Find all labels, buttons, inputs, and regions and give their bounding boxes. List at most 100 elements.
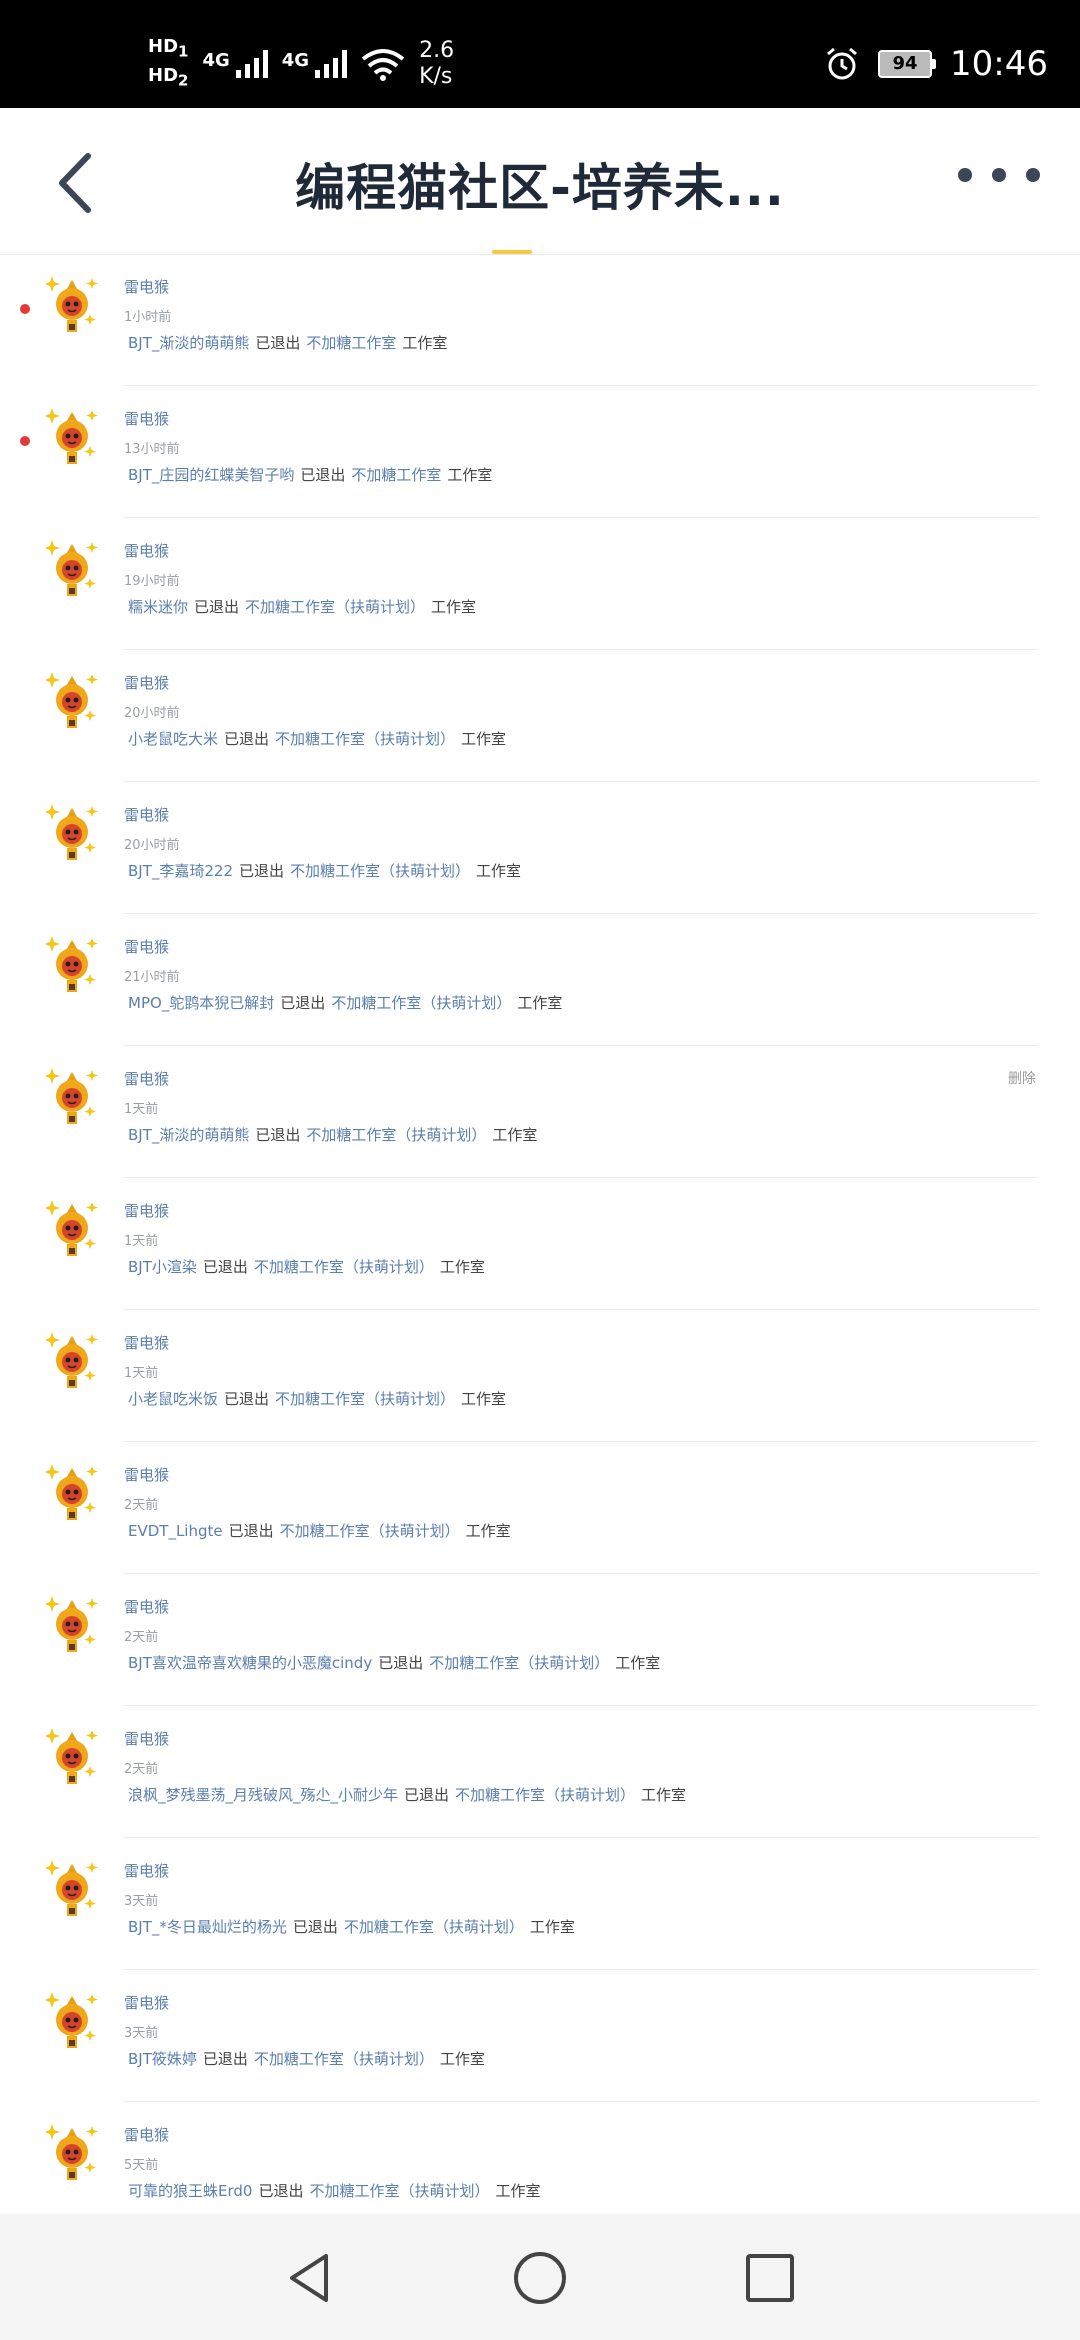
user-link[interactable]: BJT筱姝婷 — [128, 2050, 197, 2068]
avatar[interactable] — [44, 2122, 98, 2182]
sender-name[interactable]: 雷电猴 — [124, 1728, 169, 1749]
avatar[interactable] — [44, 538, 98, 598]
sender-name[interactable]: 雷电猴 — [124, 1464, 169, 1485]
list-item[interactable]: 雷电猴 21小时前 MPO_鸵鹍本猊已解封 已退出 不加糖工作室（扶萌计划） 工作室 — [0, 914, 1080, 1046]
timestamp: 1天前 — [124, 1366, 159, 1381]
list-item[interactable]: 雷电猴 1天前 小老鼠吃米饭 已退出 不加糖工作室（扶萌计划） 工作室 — [0, 1310, 1080, 1442]
avatar[interactable] — [44, 1330, 98, 1390]
suffix-text: 工作室 — [476, 862, 522, 880]
list-item[interactable]: 雷电猴 2天前 BJT喜欢温帝喜欢糖果的小恶魔cindy 已退出 不加糖工作室（扶萌计划… — [0, 1574, 1080, 1706]
suffix-text: 工作室 — [615, 1654, 661, 1672]
action-text: 已退出 — [224, 730, 270, 748]
timestamp: 2天前 — [124, 1762, 159, 1777]
list-item[interactable]: 雷电猴 20小时前 BJT_李嘉琦222 已退出 不加糖工作室（扶萌计划） 工作室 — [0, 782, 1080, 914]
studio-link[interactable]: 不加糖工作室（扶萌计划） — [254, 2050, 434, 2068]
delete-button[interactable]: 删除 — [1008, 1068, 1036, 1088]
user-link[interactable]: 糯米迷你 — [128, 598, 188, 616]
sender-name[interactable]: 雷电猴 — [124, 276, 169, 297]
studio-link[interactable]: 不加糖工作室（扶萌计划） — [455, 1786, 635, 1804]
suffix-text: 工作室 — [465, 1522, 511, 1540]
studio-link[interactable]: 不加糖工作室 — [306, 334, 396, 352]
sender-name[interactable]: 雷电猴 — [124, 1992, 169, 2013]
avatar[interactable] — [44, 1594, 98, 1654]
avatar[interactable] — [44, 274, 98, 334]
sender-name[interactable]: 雷电猴 — [124, 1068, 169, 1089]
sender-name[interactable]: 雷电猴 — [124, 804, 169, 825]
user-link[interactable]: BJT_*冬日最灿烂的杨光 — [128, 1918, 287, 1936]
studio-link[interactable]: 不加糖工作室 — [351, 466, 441, 484]
user-link[interactable]: BJT_渐淡的萌萌熊 — [128, 334, 249, 352]
studio-link[interactable]: 不加糖工作室（扶萌计划） — [275, 1390, 455, 1408]
action-text: 已退出 — [300, 466, 346, 484]
action-text: 已退出 — [194, 598, 240, 616]
sender-name[interactable]: 雷电猴 — [124, 1332, 169, 1353]
avatar[interactable] — [44, 1858, 98, 1918]
studio-link[interactable]: 不加糖工作室（扶萌计划） — [331, 994, 511, 1012]
speed-value: 2.6 — [419, 38, 455, 63]
more-icon[interactable] — [958, 168, 1040, 182]
sender-name[interactable]: 雷电猴 — [124, 1596, 169, 1617]
sender-name[interactable]: 雷电猴 — [124, 408, 169, 429]
timestamp: 3天前 — [124, 1894, 159, 1909]
timestamp: 21小时前 — [124, 970, 180, 985]
avatar[interactable] — [44, 670, 98, 730]
avatar[interactable] — [44, 1198, 98, 1258]
list-item[interactable]: 雷电猴 13小时前 BJT_庄园的红蝶美智子哟 已退出 不加糖工作室 工作室 — [0, 386, 1080, 518]
suffix-text: 工作室 — [495, 2182, 541, 2200]
square-recents-icon[interactable] — [742, 2250, 798, 2306]
avatar[interactable] — [44, 1066, 98, 1126]
user-link[interactable]: 浪枫_梦残墨荡_月残破风_殇尐_小耐少年 — [128, 1786, 398, 1804]
avatar[interactable] — [44, 406, 98, 466]
message-text: 可靠的狼王蛛Erd0 已退出 不加糖工作室（扶萌计划） 工作室 — [128, 2180, 541, 2201]
studio-link[interactable]: 不加糖工作室（扶萌计划） — [290, 862, 470, 880]
studio-link[interactable]: 不加糖工作室（扶萌计划） — [344, 1918, 524, 1936]
avatar[interactable] — [44, 1462, 98, 1522]
list-item[interactable]: 雷电猴 1天前 BJT_渐淡的萌萌熊 已退出 不加糖工作室（扶萌计划） 工作室 删除 — [0, 1046, 1080, 1178]
list-item[interactable]: 雷电猴 1天前 BJT小渲染 已退出 不加糖工作室（扶萌计划） 工作室 — [0, 1178, 1080, 1310]
studio-link[interactable]: 不加糖工作室（扶萌计划） — [306, 1126, 486, 1144]
sender-name[interactable]: 雷电猴 — [124, 936, 169, 957]
studio-link[interactable]: 不加糖工作室（扶萌计划） — [275, 730, 455, 748]
user-link[interactable]: MPO_鸵鹍本猊已解封 — [128, 994, 274, 1012]
list-item[interactable]: 雷电猴 19小时前 糯米迷你 已退出 不加糖工作室（扶萌计划） 工作室 — [0, 518, 1080, 650]
sender-name[interactable]: 雷电猴 — [124, 672, 169, 693]
list-item[interactable]: 雷电猴 3天前 BJT_*冬日最灿烂的杨光 已退出 不加糖工作室（扶萌计划） 工作室 — [0, 1838, 1080, 1970]
sender-name[interactable]: 雷电猴 — [124, 540, 169, 561]
circle-home-icon[interactable] — [512, 2250, 568, 2306]
user-link[interactable]: BJT_李嘉琦222 — [128, 862, 233, 880]
list-item[interactable]: 雷电猴 2天前 浪枫_梦残墨荡_月残破风_殇尐_小耐少年 已退出 不加糖工作室（扶萌计划… — [0, 1706, 1080, 1838]
avatar[interactable] — [44, 802, 98, 862]
sender-name[interactable]: 雷电猴 — [124, 1860, 169, 1881]
message-text: 糯米迷你 已退出 不加糖工作室（扶萌计划） 工作室 — [128, 596, 476, 617]
list-item[interactable]: 雷电猴 1小时前 BJT_渐淡的萌萌熊 已退出 不加糖工作室 工作室 — [0, 254, 1080, 386]
signal-icon-2: 4G — [282, 50, 348, 78]
sender-name[interactable]: 雷电猴 — [124, 1200, 169, 1221]
list-item[interactable]: 雷电猴 3天前 BJT筱姝婷 已退出 不加糖工作室（扶萌计划） 工作室 — [0, 1970, 1080, 2102]
list-item[interactable]: 雷电猴 20小时前 小老鼠吃大米 已退出 不加糖工作室（扶萌计划） 工作室 — [0, 650, 1080, 782]
studio-link[interactable]: 不加糖工作室（扶萌计划） — [254, 1258, 434, 1276]
triangle-back-icon[interactable] — [282, 2250, 338, 2306]
avatar[interactable] — [44, 1726, 98, 1786]
action-text: 已退出 — [224, 1390, 270, 1408]
timestamp: 2天前 — [124, 1630, 159, 1645]
avatar[interactable] — [44, 934, 98, 994]
user-link[interactable]: 小老鼠吃米饭 — [128, 1390, 218, 1408]
user-link[interactable]: 小老鼠吃大米 — [128, 730, 218, 748]
action-text: 已退出 — [280, 994, 326, 1012]
studio-link[interactable]: 不加糖工作室（扶萌计划） — [280, 1522, 460, 1540]
list-item[interactable]: 雷电猴 2天前 EVDT_Lihgte 已退出 不加糖工作室（扶萌计划） 工作室 — [0, 1442, 1080, 1574]
user-link[interactable]: BJT小渲染 — [128, 1258, 197, 1276]
sender-name[interactable]: 雷电猴 — [124, 2124, 169, 2145]
studio-link[interactable]: 不加糖工作室（扶萌计划） — [429, 1654, 609, 1672]
timestamp: 2天前 — [124, 1498, 159, 1513]
avatar[interactable] — [44, 1990, 98, 2050]
user-link[interactable]: BJT_庄园的红蝶美智子哟 — [128, 466, 294, 484]
user-link[interactable]: BJT_渐淡的萌萌熊 — [128, 1126, 249, 1144]
message-text: 小老鼠吃大米 已退出 不加糖工作室（扶萌计划） 工作室 — [128, 728, 506, 749]
user-link[interactable]: BJT喜欢温帝喜欢糖果的小恶魔cindy — [128, 1654, 372, 1672]
user-link[interactable]: 可靠的狼王蛛Erd0 — [128, 2182, 252, 2200]
studio-link[interactable]: 不加糖工作室（扶萌计划） — [309, 2182, 489, 2200]
studio-link[interactable]: 不加糖工作室（扶萌计划） — [245, 598, 425, 616]
hd-indicator: HD1 HD2 — [148, 37, 188, 90]
user-link[interactable]: EVDT_Lihgte — [128, 1522, 223, 1540]
